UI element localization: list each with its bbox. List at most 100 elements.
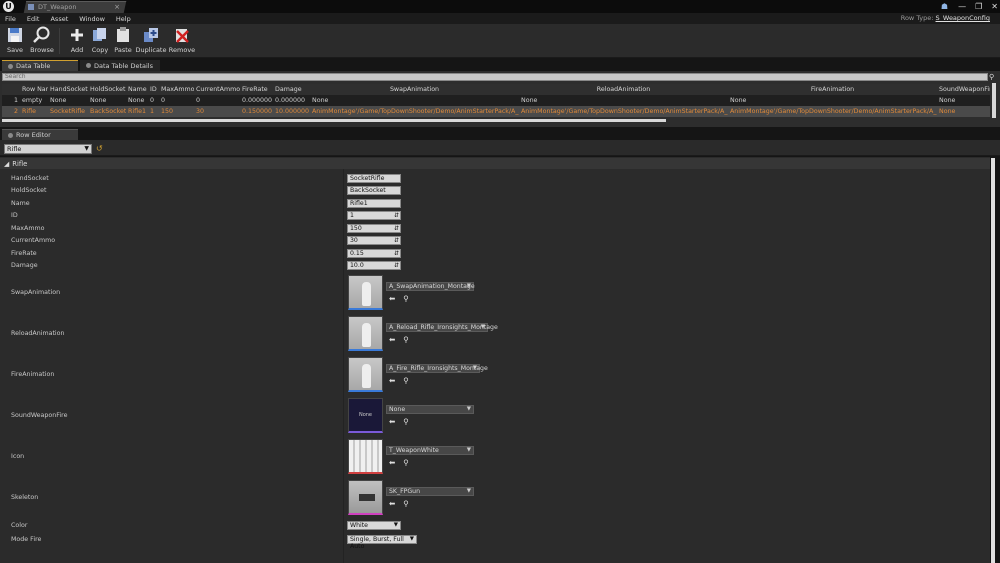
column-header[interactable]: Row Nam [20,84,48,95]
paste-icon [114,26,132,44]
spin-arrows-icon[interactable]: ⇵ [394,250,399,257]
tab-data-table[interactable]: Data Table [2,60,78,71]
row-selector-dropdown[interactable]: Rifle ▼ [4,144,92,154]
tab-data-table-details[interactable]: Data Table Details [80,60,160,71]
use-selected-arrow-icon[interactable]: ⬅ [389,417,395,426]
asset-tools: ⬅ ⚲ [389,294,409,303]
fire-animation-picker[interactable]: A_Fire_Rifle_Ironsights_Montage ▼ [386,364,488,373]
column-header[interactable]: ReloadAnimation [519,84,728,95]
column-header[interactable]: Name [126,84,148,95]
spin-arrows-icon[interactable]: ⇵ [394,262,399,269]
use-selected-arrow-icon[interactable]: ⬅ [389,499,395,508]
close-window-button[interactable]: ✕ [991,2,998,11]
use-selected-arrow-icon[interactable]: ⬅ [389,335,395,344]
reload-animation-picker[interactable]: A_Reload_Rifle_Ironsights_Montage ▼ [386,323,498,332]
column-header[interactable] [2,84,20,95]
duplicate-button[interactable]: Duplicate [136,26,166,56]
hold-socket-field[interactable]: BackSocket [347,186,401,195]
document-tab[interactable]: DT_Weapon × [28,1,124,13]
column-header[interactable]: FireRate [240,84,273,95]
skeleton-thumbnail[interactable] [348,480,383,515]
sound-weapon-fire-thumbnail[interactable]: None [348,398,383,433]
menu-window[interactable]: Window [79,15,105,23]
browse-asset-search-icon[interactable]: ⚲ [403,499,409,508]
table-cell: 1 [2,95,20,106]
browse-asset-search-icon[interactable]: ⚲ [403,335,409,344]
row-editor-tab-icon [8,132,13,138]
category-header[interactable]: ◢ Rifle [0,158,990,169]
column-header[interactable]: Damage [273,84,310,95]
column-header[interactable]: CurrentAmmo [194,84,240,95]
icon-texture-thumbnail[interactable] [348,439,383,474]
menu-asset[interactable]: Asset [50,15,68,23]
vertical-scrollbar[interactable] [992,83,996,118]
table-cell: None [519,95,728,106]
fire-rate-field[interactable]: 0.15 ⇵ [347,249,401,258]
data-table-grid: Row Nam HandSocket HoldSocket Name ID Ma… [2,84,990,117]
skeleton-picker[interactable]: SK_FPGun ▼ [386,487,474,496]
asset-tools: ⬅ ⚲ [389,417,409,426]
mode-fire-dropdown[interactable]: Single, Burst, Full Auto ▼ [347,535,417,550]
search-icon[interactable]: ⚲ [989,73,994,81]
menu-help[interactable]: Help [116,15,131,23]
name-field[interactable]: Rifle1 [347,199,401,208]
browse-button[interactable]: Browse [28,26,56,56]
spin-arrows-icon[interactable]: ⇵ [394,212,399,219]
column-header[interactable]: HoldSocket [88,84,126,95]
current-ammo-field[interactable]: 30 ⇵ [347,236,401,245]
browse-asset-search-icon[interactable]: ⚲ [403,417,409,426]
fire-animation-thumbnail[interactable] [348,357,383,392]
source-control-icon[interactable]: ☗ [941,2,948,11]
column-header[interactable]: HandSocket [48,84,88,95]
column-header[interactable]: FireAnimation [728,84,937,95]
row-selector-value: Rifle [7,145,22,153]
menu-edit[interactable]: Edit [27,15,40,23]
chevron-down-icon: ▼ [466,447,471,453]
column-header[interactable]: SwapAnimation [310,84,519,95]
damage-field[interactable]: 10.0 ⇵ [347,261,401,270]
browse-asset-search-icon[interactable]: ⚲ [403,458,409,467]
swap-animation-picker[interactable]: A_SwapAnimation_Montage ▼ [386,282,475,291]
row-type-link[interactable]: S_WeaponConfig [936,14,990,22]
save-button[interactable]: Save [1,26,29,56]
hand-socket-field[interactable]: SocketRifle [347,174,401,183]
fire-animation-label: FireAnimation [11,371,55,378]
search-input[interactable]: Search [2,73,988,81]
spin-arrows-icon[interactable]: ⇵ [394,237,399,244]
browse-asset-search-icon[interactable]: ⚲ [403,376,409,385]
use-selected-arrow-icon[interactable]: ⬅ [389,294,395,303]
row-editor-scrollbar[interactable] [991,158,995,563]
spin-arrows-icon[interactable]: ⇵ [394,225,399,232]
paste-button[interactable]: Paste [109,26,137,56]
horizontal-scrollbar[interactable] [2,119,666,122]
save-label: Save [7,46,23,54]
swap-animation-thumbnail[interactable] [348,275,383,310]
sound-weapon-fire-picker[interactable]: None ▼ [386,405,474,414]
details-tab-icon [86,63,91,68]
chevron-down-icon: ▼ [409,536,414,542]
table-row-selected[interactable]: 2 Rifle SocketRifle BackSocket Rifle1 1 … [2,106,990,117]
max-ammo-field[interactable]: 150 ⇵ [347,224,401,233]
use-selected-arrow-icon[interactable]: ⬅ [389,458,395,467]
browse-asset-search-icon[interactable]: ⚲ [403,294,409,303]
id-field[interactable]: 1 ⇵ [347,211,401,220]
column-divider[interactable] [343,169,344,563]
minimize-button[interactable]: — [958,2,966,11]
table-row[interactable]: 1 empty None None None 0 0 0 0.000000 0.… [2,95,990,106]
column-header[interactable]: MaxAmmo [159,84,194,95]
close-tab-icon[interactable]: × [114,3,120,11]
reload-animation-thumbnail[interactable] [348,316,383,351]
icon-texture-picker[interactable]: T_WeaponWhite ▼ [386,446,474,455]
column-header[interactable]: ID [148,84,159,95]
table-cell: AnimMontage'/Game/TopDownShooter/Demo/An… [310,106,519,117]
color-dropdown[interactable]: White ▼ [347,521,401,530]
column-header[interactable]: SoundWeaponFire [937,84,990,95]
maximize-button[interactable]: ❐ [975,2,982,11]
browse-icon [33,26,51,44]
use-selected-arrow-icon[interactable]: ⬅ [389,376,395,385]
reset-to-default-icon[interactable]: ↺ [96,144,103,153]
tab-row-editor[interactable]: Row Editor [2,129,78,140]
remove-button[interactable]: Remove [168,26,196,56]
menu-file[interactable]: File [5,15,16,23]
toolbar: Save Browse Add Copy Paste Duplicate Rem… [0,24,1000,58]
